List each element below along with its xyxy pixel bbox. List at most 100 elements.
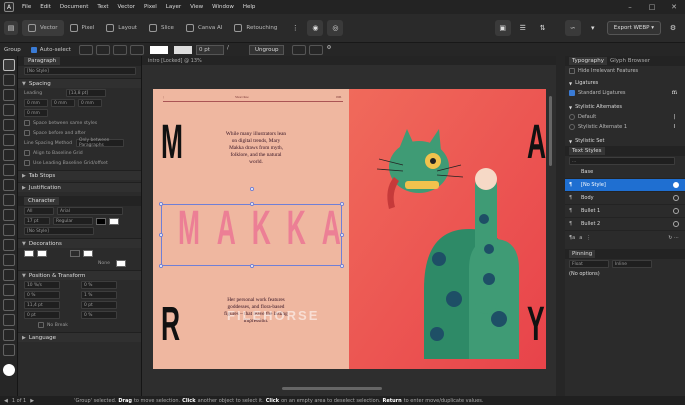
page-nav-prev-icon[interactable]: ◀ (4, 398, 8, 404)
persona-layout[interactable]: Layout (100, 20, 143, 36)
export-button[interactable]: Export WEBP ▾ (606, 21, 661, 35)
menu-file[interactable]: File (22, 4, 31, 10)
add-char-style-icon[interactable]: a (579, 235, 582, 241)
baseline-field[interactable]: 0 % (24, 291, 60, 299)
transparency-tool-icon[interactable] (3, 209, 15, 221)
decoration-color-swatch[interactable] (116, 259, 126, 267)
node-tool-icon[interactable] (3, 74, 15, 86)
leading-override-field[interactable]: 11,4 pt (24, 301, 60, 309)
snap-toggle-icon[interactable]: ∽ (564, 20, 581, 36)
line-spacing-select[interactable]: Only between Paragraphs (76, 138, 124, 148)
shadow-swatch[interactable] (83, 249, 93, 257)
resize-handle[interactable] (340, 233, 344, 237)
tab-stops-section[interactable]: ▶ Tab Stops (18, 170, 141, 180)
menu-document[interactable]: Document (60, 4, 89, 10)
style-row-bullet-2[interactable]: ¶ Bullet 2 (565, 218, 685, 231)
kerning-field[interactable]: 0 % (81, 281, 117, 289)
flip-icon[interactable] (309, 44, 324, 55)
table-tool-icon[interactable] (3, 104, 15, 116)
leading-field[interactable]: [13,8 pt] (66, 89, 106, 97)
stylistic-alternates-heading[interactable]: Stylistic Alternates (575, 104, 622, 110)
close-icon[interactable]: ✕ (663, 0, 685, 14)
transform-icon[interactable]: ⇅ (535, 20, 551, 36)
horizontal-scrollbar[interactable] (282, 387, 382, 390)
scale-v-field[interactable]: 0 % (81, 311, 117, 319)
triangle-tool-icon[interactable] (3, 269, 15, 281)
resize-handle[interactable] (340, 264, 344, 268)
crop-tool-icon[interactable] (3, 89, 15, 101)
character-style-field[interactable]: [No Style] (24, 227, 94, 235)
artistic-text-tool-icon[interactable] (3, 134, 15, 146)
tab-text-styles[interactable]: Text Styles (569, 147, 605, 155)
menu-edit[interactable]: Edit (40, 4, 51, 10)
justification-section[interactable]: ▶ Justification (18, 182, 141, 192)
style-row-body[interactable]: ¶ Body (565, 192, 685, 205)
style-row-base[interactable]: Base (565, 166, 685, 179)
strikethrough-swatch[interactable] (37, 249, 47, 257)
baseline-shift-field[interactable]: 0 pt (81, 301, 117, 309)
menu-text[interactable]: Text (97, 4, 108, 10)
underline-swatch[interactable] (24, 249, 34, 257)
space-before-field[interactable]: 0 mm (24, 109, 48, 117)
document-tab[interactable]: intro [Locked] @ 13% (142, 56, 556, 65)
menu-vector[interactable]: Vector (118, 4, 136, 10)
style-options-icon[interactable]: ⋮ (586, 235, 591, 241)
position-transform-section[interactable]: ▼ Position & Transform (18, 270, 141, 280)
brush-tool-icon[interactable] (3, 179, 15, 191)
move-tool-icon[interactable] (3, 59, 15, 71)
menu-layer[interactable]: Layer (166, 4, 181, 10)
resize-handle[interactable] (250, 202, 254, 206)
snapping-icon[interactable]: ◉ (307, 20, 324, 36)
default-radio[interactable] (569, 114, 575, 120)
tab-character[interactable]: Character (24, 197, 60, 205)
decorations-section[interactable]: ▼ Decorations (18, 238, 141, 248)
pen-tool-icon[interactable] (3, 149, 15, 161)
select-mode-icon[interactable] (78, 44, 93, 55)
persona-slice[interactable]: Slice (143, 20, 180, 36)
hide-irrelevant-checkbox[interactable] (569, 68, 575, 74)
indent-right-field[interactable]: 0 mm (51, 99, 75, 107)
resize-handle[interactable] (250, 264, 254, 268)
leading-baseline-checkbox[interactable] (24, 160, 30, 166)
font-weight-select[interactable]: Regular (53, 217, 93, 225)
stylistic-set-heading[interactable]: Stylistic Set (575, 138, 604, 144)
gear-icon[interactable]: ⚙ (326, 45, 340, 55)
snap-options-icon[interactable]: ▾ (585, 20, 601, 36)
auto-select-checkbox[interactable] (30, 46, 37, 53)
select-mode-4-icon[interactable] (129, 44, 144, 55)
assistant-icon[interactable]: ◎ (327, 20, 344, 36)
eyedropper-tool-icon[interactable] (3, 314, 15, 326)
paragraph-style-field[interactable]: [No Style] (24, 67, 136, 75)
maximize-icon[interactable]: □ (641, 0, 663, 14)
menu-window[interactable]: Window (212, 4, 234, 10)
resize-handle[interactable] (159, 202, 163, 206)
shear-field[interactable]: 1 % (81, 291, 117, 299)
resize-handle[interactable] (340, 202, 344, 206)
picture-frame-tool-icon[interactable] (3, 224, 15, 236)
tab-paragraph[interactable]: Paragraph (24, 57, 61, 65)
select-mode-2-icon[interactable] (95, 44, 110, 55)
indent-left-field[interactable]: 0 mm (24, 99, 48, 107)
cat-illustration[interactable] (349, 89, 546, 369)
scale-h-field[interactable]: 0 pt (24, 311, 60, 319)
page-nav-next-icon[interactable]: ▶ (30, 398, 34, 404)
styles-search-input[interactable]: ... (569, 157, 675, 165)
persona-pixel[interactable]: Pixel (64, 20, 101, 36)
more-icon[interactable]: ⋮ (287, 20, 303, 36)
persona-retouching[interactable]: Retouching (228, 20, 283, 36)
canvas-area[interactable]: intro [Locked] @ 13% | Short line 006 M … (142, 56, 556, 396)
fill-tool-icon[interactable] (3, 194, 15, 206)
studio-icon[interactable]: ▤ (4, 21, 18, 35)
indent-first-field[interactable]: 0 mm (78, 99, 102, 107)
no-break-checkbox[interactable] (38, 322, 44, 328)
font-collection-select[interactable]: All (24, 207, 54, 215)
align-icon[interactable]: ☰ (515, 20, 531, 36)
highlight-swatch[interactable] (109, 217, 119, 225)
frame-text-tool-icon[interactable] (3, 119, 15, 131)
vertical-scrollbar[interactable] (549, 96, 552, 166)
pin-float-button[interactable]: Float (569, 260, 609, 268)
menu-help[interactable]: Help (243, 4, 256, 10)
stylistic-alt-radio[interactable] (569, 124, 575, 130)
standard-ligatures-checkbox[interactable] (569, 90, 575, 96)
resize-handle[interactable] (159, 264, 163, 268)
